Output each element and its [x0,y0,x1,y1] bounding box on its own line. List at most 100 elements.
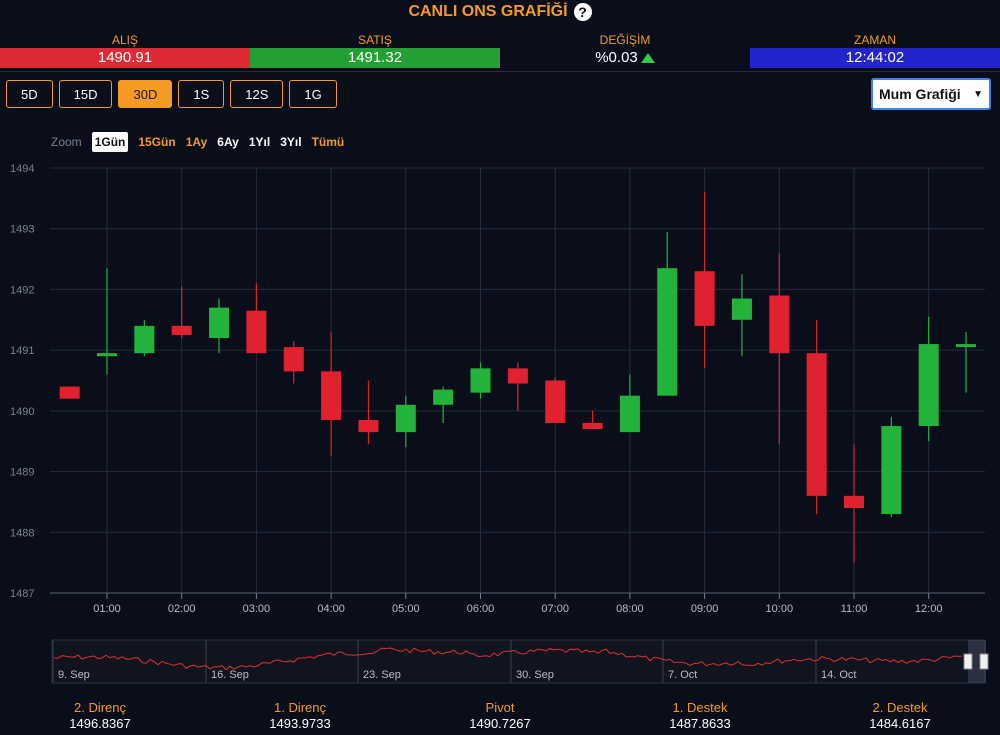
y-tick-label: 1490 [10,406,34,418]
zoom-option[interactable]: 1Yıl [249,135,270,149]
zoom-option[interactable]: Tümü [312,135,345,149]
x-tick-label: 06:00 [467,603,495,615]
candle-up [956,344,977,348]
candle-down [806,353,827,496]
chevron-down-icon: ▼ [973,88,983,100]
page-title: CANLI ONS GRAFİĞİ [408,3,568,20]
x-tick-label: 09:00 [691,603,719,615]
help-icon[interactable]: ? [573,3,592,21]
candle-down [844,495,864,508]
candle-down [283,347,304,372]
quote-label: ZAMAN [854,33,896,47]
level-value: 1490.7267 [469,716,531,731]
y-tick-label: 1487 [10,588,34,600]
zoom-bar: Zoom 1Gün 15Gün 1Ay 6Ay 1Yıl 3Yıl Tümü [51,132,344,152]
candle-down [507,368,528,384]
period-button-1g[interactable]: 1G [289,80,337,108]
quote-value-wrap: %0.03 [500,48,750,68]
period-button-5d[interactable]: 5D [6,80,53,108]
candle-up [731,298,752,320]
level-item: 2. Destek 1484.6167 [800,700,1000,732]
candle-down [358,419,379,433]
navigator-label: 9. Sep [58,669,90,681]
quote-time: ZAMAN 12:44:02 [750,32,1000,70]
candle-up [395,404,416,433]
chart-type-select[interactable]: Mum Grafiği ▼ [871,78,991,110]
quote-value: 1490.91 [0,48,250,68]
period-button-1s[interactable]: 1S [178,80,225,108]
arrow-up-icon [640,53,655,64]
x-tick-label: 03:00 [243,603,271,615]
x-tick-label: 01:00 [93,603,121,615]
level-name: 2. Direnç [73,700,127,715]
candle-up [209,307,230,338]
candle-up [918,344,939,427]
candle-up [619,395,640,433]
candle-up [97,353,117,357]
candle-up [881,426,902,515]
quote-value: %0.03 [595,49,638,66]
x-tick-label: 08:00 [616,603,644,615]
x-tick-label: 05:00 [392,603,420,615]
navigator-label: 7. Oct [668,669,697,681]
period-button-12s[interactable]: 12S [230,80,284,108]
pivot-levels: 2. Direnç 1496.8367 1. Direnç 1493.9733 Pivo… [0,700,1000,732]
navigator-handle [979,653,989,670]
candle-down [582,423,603,430]
quote-label: DEĞİŞİM [599,33,651,47]
level-value: 1496.8367 [69,716,131,731]
zoom-option[interactable]: 1Ay [186,135,208,149]
candle-up [470,368,491,393]
candle-down [769,295,790,354]
y-tick-label: 1493 [10,224,34,236]
x-tick-label: 02:00 [168,603,196,615]
candle-down [694,271,715,326]
navigator-label: 14. Oct [821,669,856,681]
zoom-option[interactable]: 1Gün [91,132,129,152]
x-tick-label: 12:00 [915,603,943,615]
quote-change: DEĞİŞİM %0.03 [500,32,750,70]
candle-down [545,380,566,423]
level-item: 1. Direnç 1493.9733 [200,700,400,732]
navigator-handle [963,653,973,670]
x-tick-label: 04:00 [317,603,345,615]
period-button-30d[interactable]: 30D [118,80,173,108]
period-button-15d[interactable]: 15D [58,80,113,108]
level-name: 1. Destek [672,700,728,715]
navigator-label: 16. Sep [211,669,249,681]
level-name: 2. Destek [872,700,928,715]
zoom-option[interactable]: 15Gün [138,135,175,149]
level-item: 2. Direnç 1496.8367 [0,700,200,732]
candle-down [59,386,80,399]
x-tick-label: 11:00 [841,603,868,615]
navigator-label: 30. Sep [516,669,554,681]
level-value: 1493.9733 [269,716,331,731]
candle-down [171,325,192,335]
level-value: 1487.8633 [669,716,731,731]
y-tick-label: 1494 [10,163,34,175]
quote-value: 12:44:02 [750,48,1000,68]
quote-label: SATIŞ [358,33,392,47]
divider [0,71,1000,72]
header: CANLI ONS GRAFİĞİ ? [0,0,1000,24]
period-bar: 5D 15D 30D 1S 12S 1G [6,80,337,108]
candle-up [433,389,454,405]
level-value: 1484.6167 [869,716,931,731]
level-item: 1. Destek 1487.8633 [600,700,800,732]
candle-up [134,325,155,354]
y-tick-label: 1492 [10,284,34,296]
level-name: Pivot [485,700,515,715]
candlestick-chart[interactable]: 1494 1493 1492 1491 1490 1489 1488 1487 01:00 02:… [0,150,1000,695]
quote-row: ALIŞ 1490.91 SATIŞ 1491.32 DEĞİŞİM %0.03… [0,32,1000,70]
quote-sell: ALIŞ 1490.91 [0,32,250,70]
level-name: 1. Direnç [273,700,327,715]
zoom-option[interactable]: 6Ay [217,135,239,149]
y-tick-label: 1488 [10,527,34,539]
navigator-label: 23. Sep [363,669,401,681]
candle-up [657,268,678,396]
zoom-option[interactable]: 3Yıl [280,135,301,149]
y-tick-label: 1489 [10,467,34,479]
quote-value: 1491.32 [250,48,500,68]
y-tick-label: 1491 [10,345,34,357]
quote-label: ALIŞ [111,33,138,47]
